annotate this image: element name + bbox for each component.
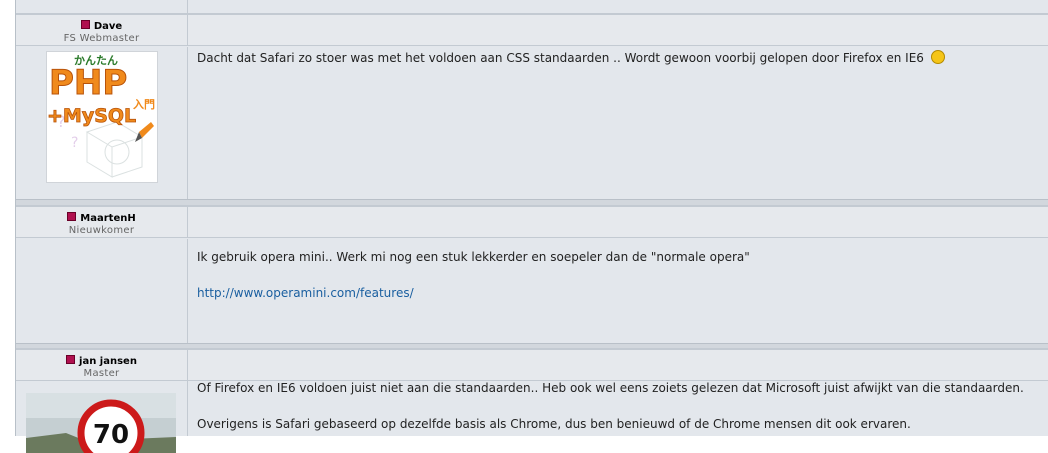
post-message: Ik gebruik opera mini.. Werk mi nog een … bbox=[197, 250, 750, 264]
user-rank-title: Nieuwkomer bbox=[68, 225, 135, 236]
php-avatar-jp-label: 入門 bbox=[133, 98, 155, 111]
online-status-icon bbox=[66, 355, 76, 364]
smiley-icon bbox=[930, 50, 945, 64]
online-status-icon bbox=[80, 20, 90, 29]
post-header: jan jansen Master bbox=[16, 348, 1048, 381]
username-link[interactable]: MaartenH bbox=[16, 212, 187, 225]
online-status-icon bbox=[67, 212, 77, 221]
post-body: Ik gebruik opera mini.. Werk mi nog een … bbox=[16, 239, 1048, 343]
username-text[interactable]: Dave bbox=[94, 21, 122, 32]
username-link[interactable]: jan jansen bbox=[16, 355, 187, 368]
post-body: 70 Of Firefox en IE6 voldoen juist niet … bbox=[16, 381, 1048, 453]
speed-sign-70-avatar: 70 bbox=[26, 393, 176, 453]
left-gutter bbox=[0, 0, 15, 436]
post-message-line-2: Overigens is Safari gebaseerd op dezelfd… bbox=[197, 417, 911, 431]
post-userinfo: jan jansen Master bbox=[16, 350, 188, 380]
post-message: Of Firefox en IE6 voldoen juist niet aan… bbox=[197, 381, 1024, 395]
forum-thread: Dave FS Webmaster ? ? かんたん PHP +MySQL 入門… bbox=[15, 0, 1048, 453]
previous-post-remnant bbox=[16, 0, 1048, 13]
php-avatar-title: PHP bbox=[49, 63, 127, 103]
post-header: MaartenH Nieuwkomer bbox=[16, 205, 1048, 238]
post-text: Overigens is Safari gebaseerd op dezelfd… bbox=[197, 417, 911, 431]
post-text: Of Firefox en IE6 voldoen juist niet aan… bbox=[197, 381, 1024, 395]
user-rank-title: FS Webmaster bbox=[63, 33, 140, 44]
svg-text:?: ? bbox=[71, 135, 78, 151]
post-link-line: http://www.operamini.com/features/ bbox=[197, 286, 414, 300]
avatar-column bbox=[16, 239, 188, 343]
post-userinfo: MaartenH Nieuwkomer bbox=[16, 207, 188, 237]
post-body: ? ? かんたん PHP +MySQL 入門 Dacht dat Safari … bbox=[16, 47, 1048, 199]
username-text[interactable]: MaartenH bbox=[80, 213, 135, 224]
post-header: Dave FS Webmaster bbox=[16, 13, 1048, 46]
speed-sign-value: 70 bbox=[93, 420, 129, 450]
user-rank-title: Master bbox=[83, 368, 120, 379]
post-userinfo: Dave FS Webmaster bbox=[16, 15, 188, 45]
username-link[interactable]: Dave bbox=[16, 20, 187, 33]
php-mysql-book-avatar: ? ? かんたん PHP +MySQL 入門 bbox=[46, 51, 158, 183]
username-text[interactable]: jan jansen bbox=[79, 356, 137, 367]
post-text: Dacht dat Safari zo stoer was met het vo… bbox=[197, 51, 924, 65]
post-message: Dacht dat Safari zo stoer was met het vo… bbox=[197, 50, 945, 65]
previous-post-user-column bbox=[16, 0, 188, 13]
php-avatar-subtitle: +MySQL bbox=[47, 105, 136, 127]
post-text: Ik gebruik opera mini.. Werk mi nog een … bbox=[197, 250, 750, 264]
operamini-link[interactable]: http://www.operamini.com/features/ bbox=[197, 286, 414, 300]
avatar-column: 70 bbox=[16, 381, 188, 453]
avatar-column: ? ? かんたん PHP +MySQL 入門 bbox=[16, 47, 188, 199]
